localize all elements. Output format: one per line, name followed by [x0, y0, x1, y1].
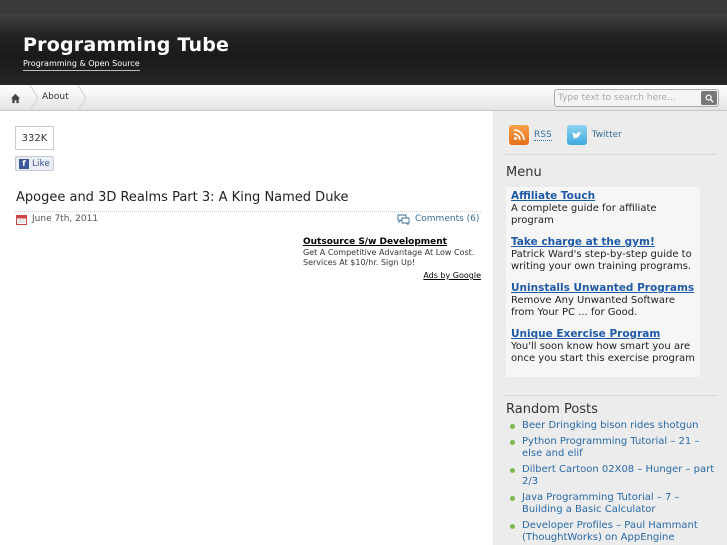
site-description: Programming & Open Source	[23, 59, 140, 71]
ads-by-google-link[interactable]: Ads by Google	[303, 271, 481, 280]
menu-link[interactable]: Uninstalls Unwanted Programs	[511, 282, 700, 295]
menu-link[interactable]: Take charge at the gym!	[511, 236, 700, 249]
random-post-link[interactable]: Dilbert Cartoon 02X08 – Hunger – part 2/…	[508, 464, 718, 488]
post-date: June 7th, 2011	[32, 214, 99, 224]
menu-item: Affiliate Touch A complete guide for aff…	[511, 190, 700, 227]
social-links: RSS Twitter	[509, 125, 622, 145]
post-divider	[15, 211, 481, 212]
menu-heading: Menu	[506, 165, 542, 180]
random-post-link[interactable]: Beer Dringking bison rides shotgun	[508, 420, 718, 432]
nav-item-about[interactable]: About	[42, 92, 69, 102]
comments-icon	[397, 214, 410, 225]
sidebar: RSS Twitter Menu Affiliate Touch A compl…	[493, 111, 727, 545]
menu-description: You'll soon know how smart you are once …	[511, 341, 695, 364]
facebook-like-button[interactable]: f Like	[15, 156, 54, 171]
rss-icon[interactable]	[509, 125, 529, 145]
sidebar-divider	[503, 395, 717, 396]
random-posts-list: Beer Dringking bison rides shotgun Pytho…	[508, 420, 718, 545]
menu-link[interactable]: Unique Exercise Program	[511, 328, 700, 341]
calendar-icon	[16, 215, 27, 225]
facebook-icon: f	[19, 158, 29, 169]
nav-separator	[29, 85, 39, 111]
twitter-icon[interactable]	[566, 125, 587, 145]
random-post-link[interactable]: Python Programming Tutorial – 21 – else …	[508, 436, 718, 460]
like-label: Like	[32, 158, 50, 169]
ad-text: Get A Competitive Advantage At Low Cost.…	[303, 248, 475, 267]
share-count: 332K	[15, 126, 54, 150]
site-title[interactable]: Programming Tube	[23, 34, 229, 56]
search-box	[554, 89, 719, 107]
random-post-link[interactable]: Developer Profiles – Paul Hammant (Thoug…	[508, 520, 718, 544]
menu-item: Take charge at the gym! Patrick Ward's s…	[511, 236, 700, 273]
comments-link[interactable]: Comments (6)	[415, 214, 479, 224]
menu-link[interactable]: Affiliate Touch	[511, 190, 700, 203]
home-icon	[10, 93, 20, 103]
menu-ad-box: Affiliate Touch A complete guide for aff…	[506, 187, 700, 377]
menu-description: A complete guide for affiliate program	[511, 203, 657, 226]
menu-description: Patrick Ward's step-by-step guide to wri…	[511, 249, 692, 272]
ad-block: Outsource S/w Development Get A Competit…	[303, 237, 481, 280]
random-post-link[interactable]: Java Programming Tutorial – 7 – Building…	[508, 492, 718, 516]
random-posts-heading: Random Posts	[506, 402, 598, 417]
nav-separator	[77, 85, 87, 111]
nav-bar: About	[0, 85, 727, 111]
twitter-link[interactable]: Twitter	[592, 130, 622, 140]
search-icon	[704, 93, 714, 103]
site-header: Programming Tube Programming & Open Sour…	[0, 0, 727, 85]
search-input[interactable]	[555, 90, 701, 106]
menu-item: Unique Exercise Program You'll soon know…	[511, 328, 700, 365]
post-title[interactable]: Apogee and 3D Realms Part 3: A King Name…	[16, 190, 349, 205]
home-button[interactable]	[0, 85, 30, 111]
menu-item: Uninstalls Unwanted Programs Remove Any …	[511, 282, 700, 319]
rss-link[interactable]: RSS	[534, 130, 552, 141]
sidebar-divider	[503, 154, 717, 155]
search-button[interactable]	[701, 91, 717, 105]
ad-title-link[interactable]: Outsource S/w Development	[303, 237, 481, 247]
menu-description: Remove Any Unwanted Software from Your P…	[511, 295, 676, 318]
